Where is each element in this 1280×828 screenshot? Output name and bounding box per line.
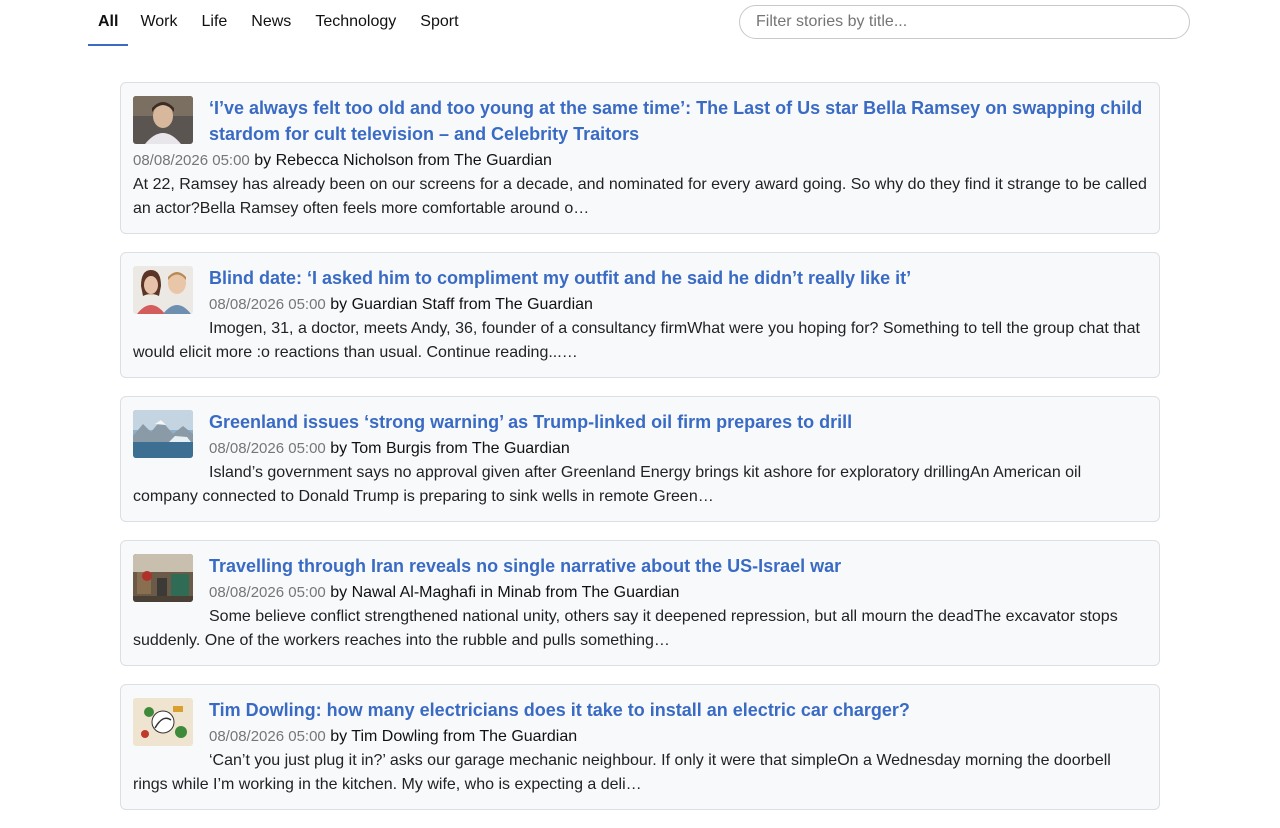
story-summary: ‘Can’t you just plug it in?’ asks our ga… bbox=[133, 752, 1111, 793]
story-author: Guardian Staff bbox=[351, 296, 455, 313]
story-card: Blind date: ‘I asked him to compliment m… bbox=[120, 252, 1160, 378]
story-meta: 08/08/2026 05:00 by Guardian Staff from … bbox=[209, 296, 593, 313]
story-author: Rebecca Nicholson bbox=[275, 152, 414, 169]
story-summary: Island’s government says no approval giv… bbox=[133, 464, 1082, 505]
story-title-link[interactable]: ‘I’ve always felt too old and too young … bbox=[133, 95, 1147, 147]
story-meta: 08/08/2026 05:00 by Nawal Al-Maghafi in … bbox=[209, 584, 680, 601]
story-summary: Some believe conflict strengthened natio… bbox=[133, 608, 1118, 649]
tab-sport[interactable]: Sport bbox=[408, 0, 470, 44]
story-date: 08/08/2026 05:00 bbox=[209, 584, 326, 601]
filter-stories-input[interactable] bbox=[739, 5, 1190, 39]
story-source: The Guardian bbox=[479, 728, 578, 745]
story-author: Tom Burgis bbox=[351, 440, 432, 457]
story-source: The Guardian bbox=[581, 584, 680, 601]
tab-news[interactable]: News bbox=[239, 0, 303, 44]
top-bar: All Work Life News Technology Sport bbox=[0, 0, 1280, 50]
story-meta: 08/08/2026 05:00 by Tom Burgis from The … bbox=[209, 440, 570, 457]
tab-life[interactable]: Life bbox=[190, 0, 240, 44]
story-author: Tim Dowling bbox=[351, 728, 439, 745]
story-date: 08/08/2026 05:00 bbox=[209, 728, 326, 745]
story-card: Travelling through Iran reveals no singl… bbox=[120, 540, 1160, 666]
story-summary: Imogen, 31, a doctor, meets Andy, 36, fo… bbox=[133, 320, 1140, 361]
story-card: ‘I’ve always felt too old and too young … bbox=[120, 82, 1160, 234]
story-author: Nawal Al-Maghafi in Minab bbox=[351, 584, 541, 601]
story-date: 08/08/2026 05:00 bbox=[209, 296, 326, 313]
story-meta: 08/08/2026 05:00 by Rebecca Nicholson fr… bbox=[133, 152, 552, 169]
story-summary: At 22, Ramsey has already been on our sc… bbox=[133, 176, 1147, 217]
tab-work[interactable]: Work bbox=[128, 0, 189, 44]
story-list: ‘I’ve always felt too old and too young … bbox=[120, 82, 1160, 828]
story-date: 08/08/2026 05:00 bbox=[209, 440, 326, 457]
tab-technology[interactable]: Technology bbox=[303, 0, 408, 44]
story-thumbnail[interactable] bbox=[133, 96, 193, 144]
story-title-link[interactable]: Greenland issues ‘strong warning’ as Tru… bbox=[133, 409, 1147, 435]
tab-all[interactable]: All bbox=[88, 0, 129, 46]
story-source: The Guardian bbox=[454, 152, 552, 169]
category-tabs: All Work Life News Technology Sport bbox=[88, 0, 471, 46]
story-source: The Guardian bbox=[495, 296, 593, 313]
story-source: The Guardian bbox=[471, 440, 570, 457]
story-date: 08/08/2026 05:00 bbox=[133, 152, 250, 169]
story-thumbnail[interactable] bbox=[133, 698, 193, 746]
story-card: Tim Dowling: how many electricians does … bbox=[120, 684, 1160, 810]
story-thumbnail[interactable] bbox=[133, 410, 193, 458]
story-title-link[interactable]: Tim Dowling: how many electricians does … bbox=[133, 697, 1147, 723]
story-title-link[interactable]: Blind date: ‘I asked him to compliment m… bbox=[133, 265, 1147, 291]
story-thumbnail[interactable] bbox=[133, 554, 193, 602]
story-card: Greenland issues ‘strong warning’ as Tru… bbox=[120, 396, 1160, 522]
story-title-link[interactable]: Travelling through Iran reveals no singl… bbox=[133, 553, 1147, 579]
story-thumbnail[interactable] bbox=[133, 266, 193, 314]
story-meta: 08/08/2026 05:00 by Tim Dowling from The… bbox=[209, 728, 578, 745]
